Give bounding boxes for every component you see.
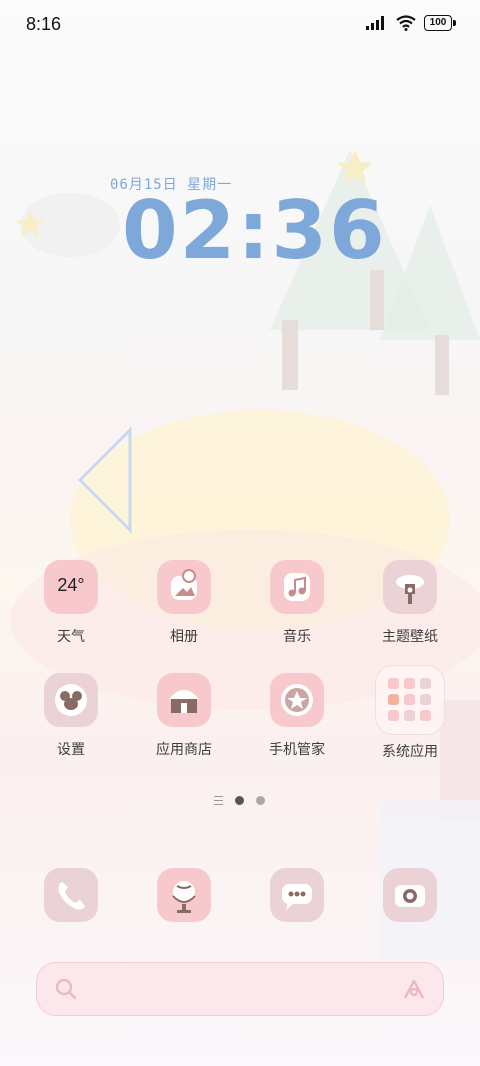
- app-label: 主题壁纸: [382, 629, 438, 645]
- search-bar[interactable]: [36, 962, 444, 1016]
- dock-phone[interactable]: [26, 868, 116, 922]
- themes-icon: [383, 560, 437, 614]
- clock-time: 02:36: [122, 184, 387, 277]
- page-dot[interactable]: [256, 796, 265, 805]
- phone-manager-icon: [270, 673, 324, 727]
- weather-icon: 24°: [44, 560, 98, 614]
- signal-icon: [366, 16, 384, 30]
- app-label: 系统应用: [382, 744, 438, 760]
- app-label: 音乐: [283, 629, 311, 645]
- app-label: 天气: [57, 629, 85, 645]
- messages-icon: [270, 868, 324, 922]
- settings-icon: [44, 673, 98, 727]
- phone-icon: [44, 868, 98, 922]
- dock-camera[interactable]: [365, 868, 455, 922]
- page-indicator[interactable]: [214, 796, 265, 805]
- weather-temperature: 24°: [57, 575, 85, 595]
- app-themes[interactable]: 主题壁纸: [365, 560, 455, 646]
- music-icon: [270, 560, 324, 614]
- app-system-folder[interactable]: 系统应用: [365, 665, 455, 761]
- browser-icon: [157, 868, 211, 922]
- app-settings[interactable]: 设置: [26, 673, 116, 759]
- photos-icon: [157, 560, 211, 614]
- status-time: 8:16: [26, 14, 62, 34]
- app-phone-manager[interactable]: 手机管家: [252, 673, 342, 759]
- assistant-icon[interactable]: [401, 977, 427, 1001]
- battery-icon: 100: [424, 15, 456, 31]
- app-weather[interactable]: 24° 天气: [26, 560, 116, 646]
- camera-icon: [383, 868, 437, 922]
- app-label: 设置: [57, 742, 85, 758]
- page-dot-active[interactable]: [235, 796, 244, 805]
- system-apps-folder-icon: [375, 665, 445, 735]
- app-label: 相册: [170, 629, 198, 645]
- app-list-indicator-icon[interactable]: [214, 796, 223, 805]
- app-label: 应用商店: [156, 742, 212, 758]
- app-music[interactable]: 音乐: [252, 560, 342, 646]
- app-photos[interactable]: 相册: [139, 560, 229, 646]
- status-icons: 100: [366, 15, 456, 31]
- wifi-icon: [396, 15, 416, 31]
- app-label: 手机管家: [269, 742, 325, 758]
- dock-messages[interactable]: [252, 868, 342, 922]
- app-app-store[interactable]: 应用商店: [139, 673, 229, 759]
- app-store-icon: [157, 673, 211, 727]
- search-icon[interactable]: [55, 978, 77, 1000]
- dock-browser[interactable]: [139, 868, 229, 922]
- status-bar: 8:16 100: [0, 0, 480, 50]
